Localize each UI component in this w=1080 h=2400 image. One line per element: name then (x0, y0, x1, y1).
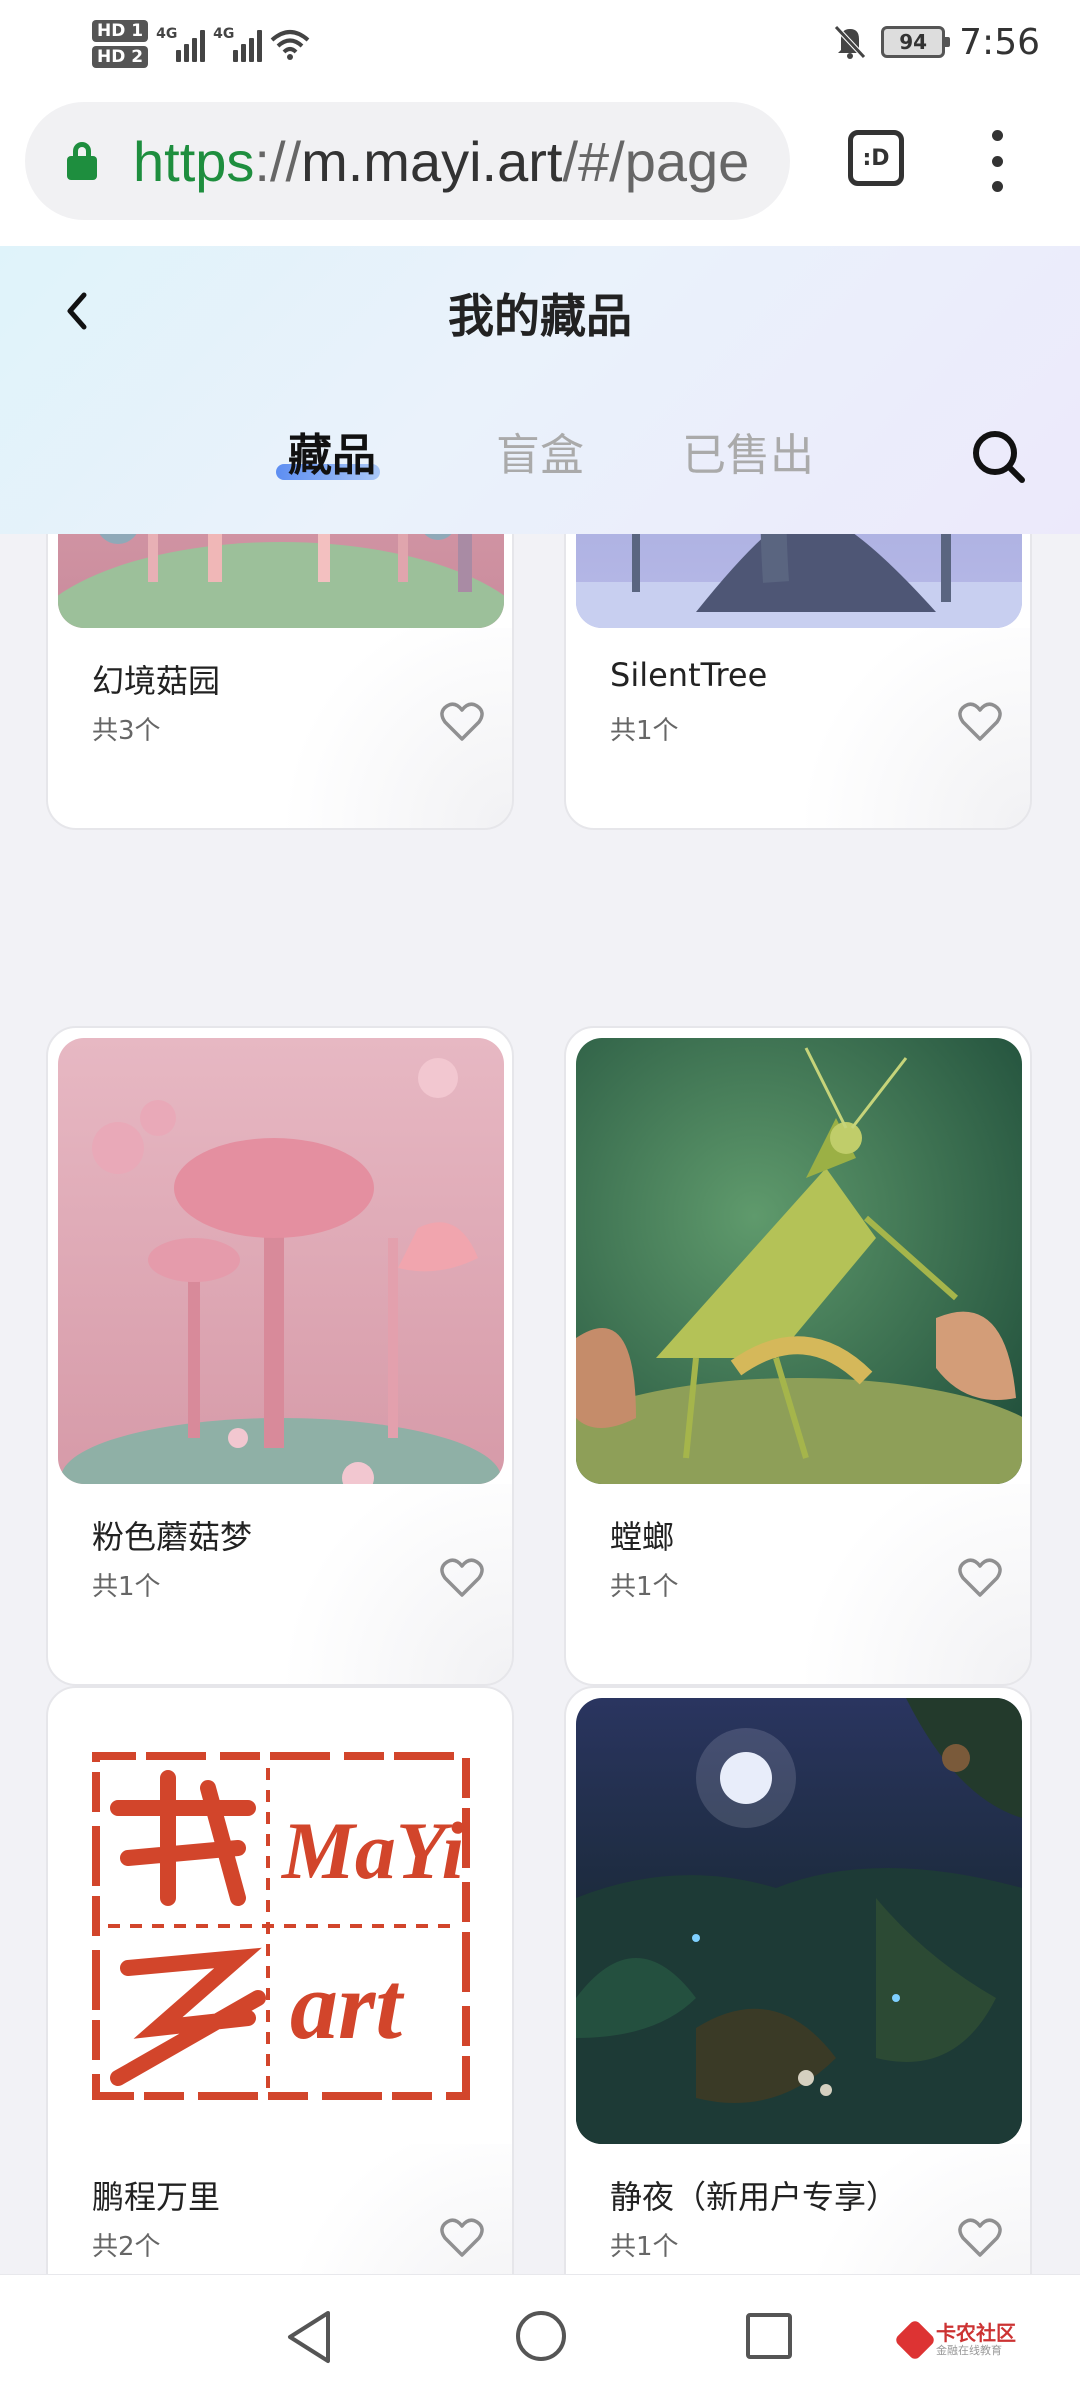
url-bar[interactable]: https://m.mayi.art/#/page (25, 102, 790, 220)
collection-name: SilentTree (610, 656, 768, 694)
nav-home-icon[interactable] (516, 2311, 566, 2361)
card-decoration (252, 1484, 512, 1684)
collection-thumbnail (58, 1038, 504, 1484)
seal-text-art: art (290, 1952, 405, 2059)
tab-collections[interactable]: 藏品 (276, 426, 380, 496)
collection-thumbnail: MaYi art (58, 1698, 504, 2144)
url-separator: :// (254, 129, 302, 193)
url-scheme: https (133, 129, 255, 193)
hd-badge-2: HD 2 (92, 46, 149, 68)
tab-sold[interactable]: 已售出 (682, 426, 814, 496)
card-decoration (252, 2144, 512, 2274)
hd-badge-1: HD 1 (92, 20, 149, 42)
collection-count: 共1个 (610, 716, 679, 746)
mute-bell-icon (834, 25, 866, 59)
collection-card[interactable]: 粉色蘑菇梦 共1个 (46, 1026, 514, 1686)
tab-switcher-icon[interactable]: :D (848, 130, 904, 186)
collection-name: 粉色蘑菇梦 (92, 1518, 253, 1556)
nav-back-icon[interactable] (284, 2309, 336, 2365)
hd-badges: HD 1 HD 2 (92, 20, 149, 68)
battery-level: 94 (899, 30, 928, 54)
tab-blind-box[interactable]: 盲盒 (496, 426, 584, 496)
system-nav-bar: 卡农社区 金融在线教育 (0, 2274, 1080, 2400)
collection-name: 鹏程万里 (92, 2178, 221, 2216)
watermark-logo-icon (893, 2318, 937, 2362)
browser-toolbar: https://m.mayi.art/#/page :D (0, 84, 1080, 246)
tab-switcher-label: :D (862, 145, 890, 171)
search-icon[interactable] (970, 428, 1028, 486)
page-title: 我的藏品 (448, 289, 632, 343)
card-decoration (770, 1484, 1030, 1684)
collection-name: 幻境菇园 (92, 662, 221, 700)
status-time: 7:56 (959, 21, 1040, 63)
overflow-menu-icon[interactable] (982, 130, 1012, 192)
card-decoration (770, 2144, 1030, 2274)
tab-bar: 藏品 盲盒 已售出 (0, 426, 1080, 496)
card-decoration (252, 628, 512, 828)
app-header: 我的藏品 藏品 盲盒 已售出 (0, 246, 1080, 534)
collection-card[interactable]: 静夜（新用户专享） 共1个 (564, 1686, 1032, 2274)
network-label-1: 4G (156, 26, 178, 42)
status-left: HD 1 HD 2 4G 4G (92, 14, 310, 74)
collection-thumbnail (58, 534, 504, 628)
collection-name: 螳螂 (610, 1518, 675, 1556)
collection-count: 共3个 (92, 716, 161, 746)
watermark: 卡农社区 金融在线教育 (893, 2315, 1040, 2365)
url-text[interactable]: https://m.mayi.art/#/page (133, 129, 749, 194)
card-decoration (770, 628, 1030, 828)
collection-card[interactable]: MaYi art 鹏程万里 共2个 (46, 1686, 514, 2274)
signal-icon: 4G (213, 26, 263, 62)
seal-text-mayi: MaYi (280, 1805, 464, 1896)
lock-icon[interactable] (67, 142, 97, 180)
collection-thumbnail (576, 1698, 1022, 2144)
collection-count: 共1个 (610, 2232, 679, 2262)
watermark-title: 卡农社区 (936, 2321, 1016, 2345)
signal-icon: 4G (156, 26, 206, 62)
network-label-2: 4G (213, 26, 235, 42)
collection-grid: 幻境菇园 共3个 SilentTree 共1个 粉色蘑菇梦 共1个 螳螂 共1个… (0, 534, 1080, 2274)
url-path: /#/page (562, 129, 750, 193)
url-host: m.mayi.art (301, 129, 563, 193)
status-bar: HD 1 HD 2 4G 4G 94 7:56 (0, 0, 1080, 84)
collection-card[interactable]: 螳螂 共1个 (564, 1026, 1032, 1686)
collection-count: 共1个 (610, 1572, 679, 1602)
watermark-subtitle: 金融在线教育 (936, 2344, 1002, 2357)
mayi-art-seal-logo: MaYi art (58, 1698, 504, 2144)
collection-card[interactable]: 幻境菇园 共3个 (46, 534, 514, 830)
nav-recent-icon[interactable] (746, 2313, 792, 2359)
battery-icon: 94 (881, 26, 951, 58)
wifi-icon (270, 30, 310, 60)
collection-count: 共2个 (92, 2232, 161, 2262)
collection-card[interactable]: SilentTree 共1个 (564, 534, 1032, 830)
status-right: 94 7:56 (833, 14, 1040, 70)
collection-count: 共1个 (92, 1572, 161, 1602)
collection-thumbnail (576, 534, 1022, 628)
collection-thumbnail (576, 1038, 1022, 1484)
